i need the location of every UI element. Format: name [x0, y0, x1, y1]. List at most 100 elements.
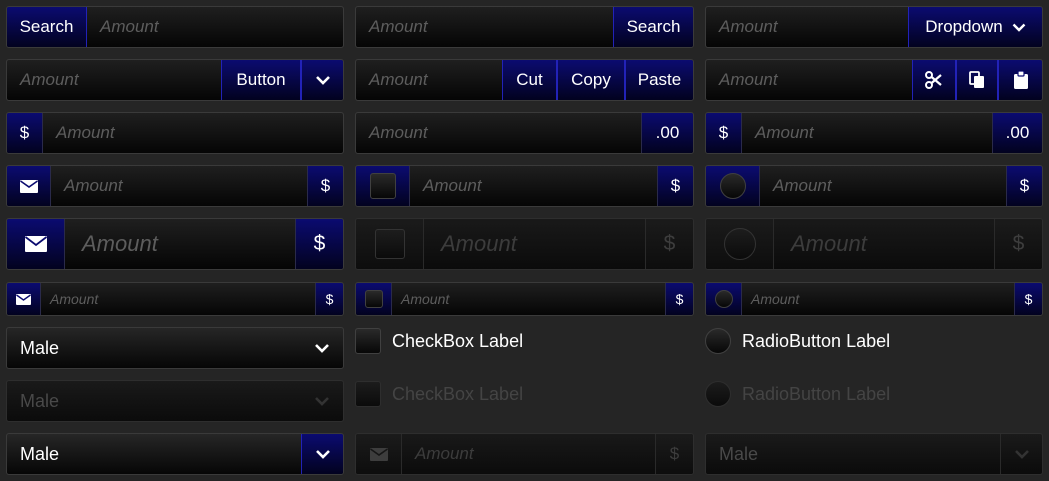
combobox-value: Male — [719, 443, 759, 464]
checkbox[interactable] — [355, 328, 381, 354]
email-dollar-group-large: Amount $ — [6, 218, 344, 270]
dollar-addon: $ — [7, 113, 43, 153]
radio-addon — [706, 283, 742, 315]
paste-button[interactable]: Paste — [625, 60, 693, 100]
checkbox[interactable] — [364, 290, 383, 308]
dollar-addon: $ — [655, 434, 693, 474]
dollar-addon: $ — [645, 219, 693, 269]
combobox-value: Male — [20, 443, 60, 464]
dollar-addon: $ — [1006, 166, 1042, 206]
amount-input[interactable]: Amount — [356, 60, 502, 100]
amount-input[interactable]: Amount — [760, 166, 1006, 206]
radio-label: RadioButton Label — [742, 330, 891, 351]
amount-input[interactable]: Amount — [392, 283, 665, 315]
chevron-down-icon — [315, 397, 329, 406]
dollar-addon: $ — [994, 219, 1042, 269]
gender-combobox-disabled-2: Male — [705, 433, 1043, 475]
dollar-addon: $ — [307, 166, 343, 206]
amount-input[interactable]: Amount — [706, 7, 908, 47]
email-dollar-group-disabled: Amount $ — [355, 433, 694, 475]
gender-combobox-disabled: Male — [6, 380, 344, 422]
amount-input[interactable]: Amount — [41, 283, 315, 315]
clipboard-icon — [1013, 71, 1028, 89]
radio-button[interactable] — [705, 328, 731, 354]
amount-input[interactable]: Amount — [87, 7, 343, 47]
dollar-addon: $ — [665, 283, 693, 315]
checkbox — [374, 229, 405, 259]
amount-clipboard-text-group: Amount Cut Copy Paste — [355, 59, 694, 101]
chevron-down-icon — [1012, 23, 1026, 32]
chevron-down-icon — [315, 450, 330, 459]
gender-combobox[interactable]: Male — [6, 327, 344, 369]
combobox-arrow — [1000, 434, 1042, 474]
checkbox-addon — [356, 219, 424, 269]
dropdown-toggle-button[interactable] — [301, 60, 343, 100]
checkbox-addon — [356, 283, 392, 315]
envelope-addon — [356, 434, 402, 474]
search-button[interactable]: Search — [613, 7, 693, 47]
amount-dropdown-group: Amount Dropdown — [705, 6, 1043, 48]
paste-button[interactable] — [998, 60, 1042, 100]
amount-input[interactable]: Amount — [65, 219, 295, 269]
copy-button[interactable]: Copy — [557, 60, 625, 100]
checkbox-label: CheckBox Label — [392, 330, 524, 351]
chevron-down-icon — [1014, 450, 1029, 459]
radio-with-label-disabled: RadioButton Label — [705, 380, 890, 408]
combobox-arrow — [301, 381, 343, 421]
combobox-arrow[interactable] — [301, 328, 343, 368]
dollar-addon: $ — [1014, 283, 1042, 315]
dollar-amount-group: $ Amount — [6, 112, 344, 154]
radio-with-label[interactable]: RadioButton Label — [705, 327, 890, 355]
checkbox-dollar-group-small: Amount $ — [355, 282, 694, 316]
amount-input[interactable]: Amount — [410, 166, 657, 206]
copy-icon — [969, 71, 984, 88]
amount-search-group: Amount Search — [355, 6, 694, 48]
radio-label: RadioButton Label — [742, 383, 891, 404]
amount-input[interactable]: Amount — [742, 113, 992, 153]
envelope-icon — [24, 236, 47, 252]
amount-input[interactable]: Amount — [43, 113, 343, 153]
amount-input[interactable]: Amount — [7, 60, 221, 100]
combobox-arrow[interactable] — [301, 434, 343, 474]
checkbox-dollar-group: Amount $ — [355, 165, 694, 207]
amount-input: Amount — [791, 231, 867, 256]
cut-button[interactable]: Cut — [502, 60, 557, 100]
dollar-addon: $ — [657, 166, 693, 206]
amount-input[interactable]: Amount — [356, 113, 641, 153]
checkbox[interactable] — [369, 173, 396, 199]
dropdown-button[interactable]: Dropdown — [908, 7, 1042, 47]
radio-dollar-group-small: Amount $ — [705, 282, 1043, 316]
checkbox-label: CheckBox Label — [392, 383, 524, 404]
search-button[interactable]: Search — [7, 7, 87, 47]
radio-dollar-group-disabled: Amount $ — [705, 218, 1043, 270]
dollar-amount-cents-group: $ Amount .00 — [705, 112, 1043, 154]
amount-button-group: Amount Button — [6, 59, 344, 101]
radio-addon — [706, 219, 774, 269]
scissors-icon — [925, 71, 942, 89]
envelope-addon — [7, 166, 51, 206]
radio-addon — [706, 166, 760, 206]
gender-combobox-accent[interactable]: Male — [6, 433, 344, 475]
dropdown-label: Dropdown — [925, 17, 1003, 36]
envelope-addon — [7, 283, 41, 315]
amount-clipboard-icon-group: Amount — [705, 59, 1043, 101]
chevron-down-icon — [315, 344, 329, 353]
amount-input[interactable]: Amount — [356, 7, 613, 47]
amount-input[interactable]: Amount — [742, 283, 1014, 315]
amount-input[interactable]: Amount — [706, 60, 912, 100]
search-amount-group: Search Amount — [6, 6, 344, 48]
checkbox-dollar-group-disabled: Amount $ — [355, 218, 694, 270]
copy-button[interactable] — [956, 60, 998, 100]
cut-button[interactable] — [912, 60, 956, 100]
cents-addon: .00 — [992, 113, 1042, 153]
cents-addon: .00 — [641, 113, 693, 153]
envelope-icon — [16, 293, 31, 305]
action-button[interactable]: Button — [221, 60, 301, 100]
radio-button[interactable] — [714, 290, 733, 308]
checkbox-addon — [356, 166, 410, 206]
checkbox-with-label[interactable]: CheckBox Label — [355, 327, 523, 355]
amount-input[interactable]: Amount — [51, 166, 307, 206]
radio-button[interactable] — [719, 173, 746, 199]
dollar-addon: $ — [315, 283, 343, 315]
dollar-addon: $ — [295, 219, 343, 269]
